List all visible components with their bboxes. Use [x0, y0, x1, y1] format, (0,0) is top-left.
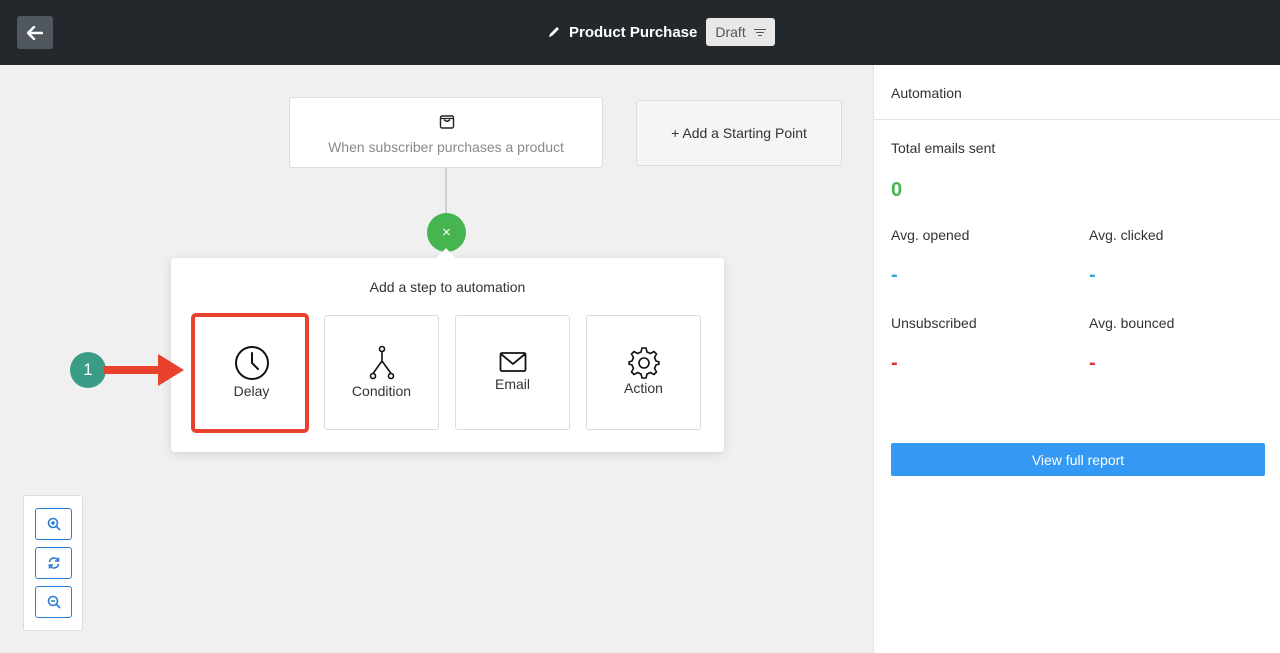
gear-icon — [587, 346, 700, 380]
pencil-icon[interactable] — [547, 25, 561, 39]
arrow-left-icon — [27, 25, 43, 40]
title-area: Product Purchase Draft — [547, 18, 775, 46]
avg-clicked-label: Avg. clicked — [1089, 227, 1164, 243]
zoom-in-button[interactable] — [35, 508, 72, 540]
reset-icon — [48, 557, 59, 569]
avg-bounced-value: - — [1089, 352, 1096, 374]
step-condition-label: Condition — [351, 383, 412, 399]
avg-bounced-label: Avg. bounced — [1089, 315, 1175, 331]
zoom-out-button[interactable] — [35, 586, 72, 618]
annotation-arrow-icon — [104, 354, 184, 386]
reset-zoom-button[interactable] — [35, 547, 72, 579]
unsubscribed-label: Unsubscribed — [891, 315, 977, 331]
top-bar: Product Purchase Draft — [0, 0, 1280, 65]
zoom-controls — [23, 495, 83, 631]
trigger-card[interactable]: When subscriber purchases a product — [289, 97, 603, 168]
sidebar-header: Automation — [874, 65, 1280, 120]
stats-sidebar: Automation Total emails sent 0 Avg. open… — [873, 65, 1280, 653]
add-starting-point-button[interactable]: + Add a Starting Point — [636, 100, 842, 166]
unsubscribed-value: - — [891, 352, 898, 374]
back-button[interactable] — [17, 16, 53, 49]
annotation-badge: 1 — [70, 352, 106, 388]
view-full-report-button[interactable]: View full report — [891, 443, 1265, 476]
avg-clicked-value: - — [1089, 264, 1096, 286]
avg-opened-label: Avg. opened — [891, 227, 970, 243]
zoom-in-icon — [47, 517, 61, 531]
avg-opened-value: - — [891, 264, 898, 286]
trigger-label: When subscriber purchases a product — [328, 139, 564, 155]
zoom-out-icon — [47, 595, 61, 609]
filter-icon — [753, 28, 766, 36]
delay-highlight-box — [191, 313, 309, 433]
envelope-icon — [456, 351, 569, 373]
shopping-bag-icon — [438, 112, 456, 135]
step-email[interactable]: Email — [455, 315, 570, 430]
branch-icon — [325, 345, 438, 381]
connector-line — [445, 168, 447, 214]
sidebar-title: Automation — [891, 85, 962, 101]
popover-caret — [436, 248, 456, 268]
status-dropdown[interactable]: Draft — [706, 18, 775, 46]
close-step-button[interactable]: × — [427, 213, 466, 252]
step-condition[interactable]: Condition — [324, 315, 439, 430]
status-label: Draft — [715, 24, 746, 40]
popover-heading: Add a step to automation — [369, 279, 526, 295]
close-icon: × — [442, 224, 451, 241]
total-emails-label: Total emails sent — [891, 140, 996, 156]
automation-title[interactable]: Product Purchase — [569, 24, 697, 41]
step-action-label: Action — [624, 380, 663, 396]
step-email-label: Email — [494, 376, 530, 392]
total-emails-value: 0 — [891, 179, 903, 201]
step-action[interactable]: Action — [586, 315, 701, 430]
